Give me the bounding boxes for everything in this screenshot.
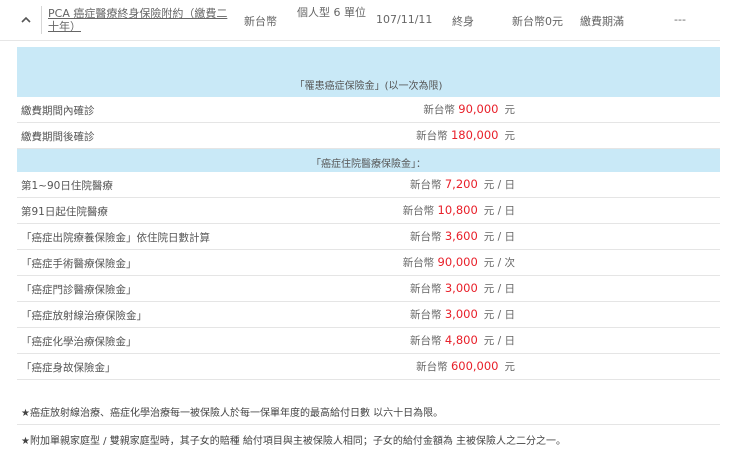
- benefit-amount: 3,000: [444, 281, 478, 295]
- benefit-value: 新台幣 7,200 元 / 日: [410, 177, 515, 192]
- benefit-unit: 元 / 日: [483, 231, 515, 243]
- hospitalization-header: 「癌症住院醫療保險金」：: [17, 149, 720, 172]
- benefit-row: 「癌症身故保險金」 新台幣 600,000 元: [17, 354, 720, 380]
- benefit-value: 新台幣 180,000 元: [416, 128, 515, 143]
- benefit-amount: 600,000: [450, 359, 499, 373]
- currency-prefix: 新台幣: [410, 283, 442, 295]
- benefit-amount: 90,000: [437, 255, 478, 269]
- cancer-diagnosis-header: 「罹患癌症保險金」(以一次為限): [17, 47, 720, 97]
- benefit-value: 新台幣 3,600 元 / 日: [410, 229, 515, 244]
- coverage-term: 終身: [452, 15, 474, 28]
- currency-prefix: 新台幣: [410, 335, 442, 347]
- policy-detail-panel: PCA 癌症醫療終身保險附約（繳費二十年） 新台幣 個人型 6 單位 107/1…: [0, 0, 738, 462]
- benefit-row: 繳費期間後確診 新台幣 180,000 元: [17, 123, 720, 149]
- note-family-plan: ★附加單親家庭型 / 雙親家庭型時，其子女的賠種 給付項目與主被保險人相同；子女…: [21, 436, 567, 447]
- benefit-row: 第1~90日住院醫療 新台幣 7,200 元 / 日: [17, 172, 720, 198]
- benefit-label: 第1~90日住院醫療: [21, 180, 113, 192]
- chevron-up-icon[interactable]: [20, 14, 32, 26]
- benefit-row: 第91日起住院醫療 新台幣 10,800 元 / 日: [17, 198, 720, 224]
- currency-prefix: 新台幣: [402, 257, 435, 269]
- benefit-label: 「癌症化學治療保險金」: [21, 336, 137, 348]
- benefit-label: 第91日起住院醫療: [21, 206, 108, 218]
- benefit-value: 新台幣 3,000 元 / 日: [410, 281, 515, 296]
- benefit-amount: 180,000: [450, 128, 499, 142]
- currency-prefix: 新台幣: [423, 104, 455, 116]
- benefit-unit: 元: [504, 104, 516, 116]
- payment-status: 繳費期滿: [580, 15, 624, 28]
- benefit-unit: 元 / 次: [483, 257, 515, 269]
- summary-divider: [41, 6, 42, 34]
- benefit-label: 「癌症門診醫療保險金」: [21, 284, 137, 296]
- benefit-table: 「罹患癌症保險金」(以一次為限) 繳費期間內確診 新台幣 90,000 元 繳費期…: [17, 47, 720, 380]
- benefit-unit: 元: [504, 361, 516, 373]
- benefit-row: 繳費期間內確診 新台幣 90,000 元: [17, 97, 720, 123]
- benefit-amount: 90,000: [458, 102, 499, 116]
- benefit-row: 「癌症出院療養保險金」依住院日數計算 新台幣 3,600 元 / 日: [17, 224, 720, 250]
- note-treatment-limit: ★癌症放射線治療、癌症化學治療每一被保險人於每一保單年度的最高給付日數 以六十日…: [21, 408, 444, 419]
- currency-prefix: 新台幣: [410, 231, 442, 243]
- note-divider: [17, 424, 720, 425]
- benefit-value: 新台幣 600,000 元: [416, 359, 515, 374]
- benefit-label: 「癌症放射線治療保險金」: [21, 310, 147, 322]
- benefit-value: 新台幣 10,800 元 / 日: [403, 203, 515, 218]
- premium-amount: 新台幣0元: [512, 15, 563, 28]
- benefit-row: 「癌症手術醫療保險金」 新台幣 90,000 元 / 次: [17, 250, 720, 276]
- benefit-amount: 3,000: [444, 307, 478, 321]
- benefit-value: 新台幣 90,000 元 / 次: [403, 255, 515, 270]
- benefit-unit: 元: [504, 130, 516, 142]
- benefit-amount: 4,800: [444, 333, 478, 347]
- currency-prefix: 新台幣: [416, 130, 448, 142]
- benefit-value: 新台幣 90,000 元: [423, 102, 515, 117]
- policy-summary-row: PCA 癌症醫療終身保險附約（繳費二十年） 新台幣 個人型 6 單位 107/1…: [0, 0, 720, 41]
- benefit-unit: 元 / 日: [483, 205, 515, 217]
- currency-prefix: 新台幣: [416, 361, 448, 373]
- currency-prefix: 新台幣: [410, 179, 442, 191]
- currency-prefix: 新台幣: [410, 309, 442, 321]
- benefit-amount: 7,200: [444, 177, 478, 191]
- benefit-value: 新台幣 3,000 元 / 日: [410, 307, 515, 322]
- benefit-unit: 元 / 日: [483, 335, 515, 347]
- currency: 新台幣: [244, 15, 277, 28]
- benefit-label: 繳費期間後確診: [21, 131, 95, 143]
- benefit-unit: 元 / 日: [483, 283, 515, 295]
- benefit-row: 「癌症放射線治療保險金」 新台幣 3,000 元 / 日: [17, 302, 720, 328]
- benefit-unit: 元 / 日: [483, 179, 515, 191]
- benefit-amount: 3,600: [444, 229, 478, 243]
- benefit-unit: 元 / 日: [483, 309, 515, 321]
- hospitalization-header-text: 「癌症住院醫療保險金」：: [311, 159, 426, 170]
- effective-date: 107/11/11: [376, 13, 433, 26]
- benefit-row: 「癌症門診醫療保險金」 新台幣 3,000 元 / 日: [17, 276, 720, 302]
- plan-name-link[interactable]: PCA 癌症醫療終身保險附約（繳費二十年）: [48, 7, 228, 33]
- benefit-label: 「癌症手術醫療保險金」: [21, 258, 137, 270]
- extra-value: ---: [674, 13, 686, 26]
- benefit-label: 「癌症身故保險金」: [21, 362, 116, 374]
- benefit-amount: 10,800: [437, 203, 478, 217]
- benefit-value: 新台幣 4,800 元 / 日: [410, 333, 515, 348]
- unit-type: 個人型 6 單位: [297, 6, 366, 19]
- benefit-row: 「癌症化學治療保險金」 新台幣 4,800 元 / 日: [17, 328, 720, 354]
- benefit-label: 繳費期間內確診: [21, 105, 95, 117]
- currency-prefix: 新台幣: [402, 205, 435, 217]
- cancer-diagnosis-header-text: 「罹患癌症保險金」(以一次為限): [294, 81, 443, 92]
- benefit-label: 「癌症出院療養保險金」依住院日數計算: [21, 232, 210, 244]
